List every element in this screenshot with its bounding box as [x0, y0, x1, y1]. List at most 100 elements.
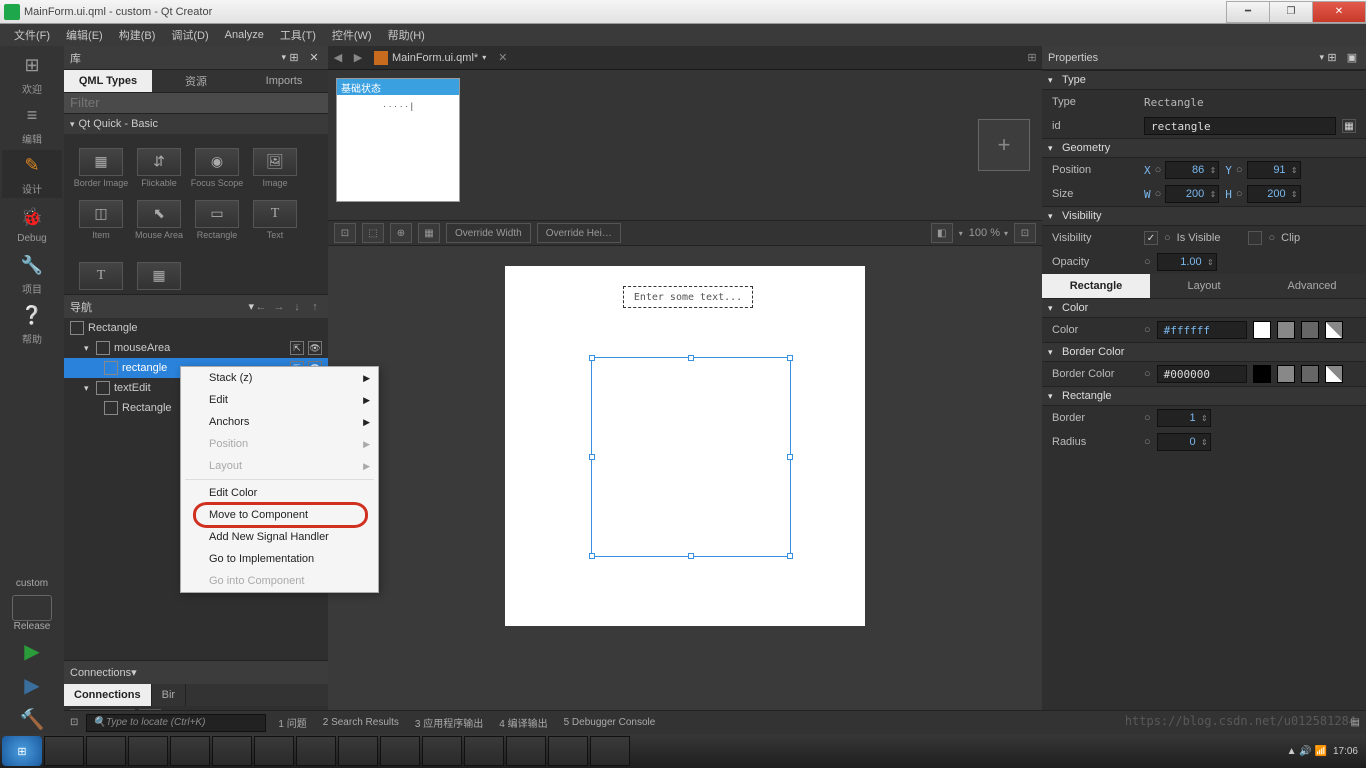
tab-connections[interactable]: Connections: [64, 684, 152, 706]
tab-resources[interactable]: 资源: [152, 70, 240, 92]
resize-handle[interactable]: [688, 355, 694, 361]
resize-handle[interactable]: [589, 553, 595, 559]
panel-split-icon[interactable]: ⊞: [286, 51, 302, 64]
export-icon[interactable]: ⇱: [290, 341, 304, 355]
canvas[interactable]: Enter some text...: [328, 246, 1042, 734]
visible-icon[interactable]: 👁: [308, 341, 322, 355]
bounds-icon[interactable]: ⬚: [362, 223, 384, 243]
lib-item[interactable]: TText: [246, 190, 304, 242]
color-swatch[interactable]: [1277, 321, 1295, 339]
color-field[interactable]: #ffffff: [1157, 321, 1247, 339]
opacity-field[interactable]: 1.00: [1157, 253, 1217, 271]
taskbar-item[interactable]: [44, 736, 84, 766]
debug-run-button[interactable]: ▶: [12, 670, 52, 700]
library-filter[interactable]: [64, 92, 328, 114]
mode-project[interactable]: 🔧项目: [2, 250, 62, 298]
border-color-field[interactable]: #000000: [1157, 365, 1247, 383]
ctx-edit[interactable]: Edit▶: [181, 389, 378, 411]
nav-up-icon[interactable]: ↑: [308, 301, 322, 313]
ctx-edit-color[interactable]: Edit Color: [181, 482, 378, 504]
taskbar-item[interactable]: [296, 736, 336, 766]
nav-row[interactable]: ▾mouseArea⇱👁: [64, 338, 328, 358]
doc-nav-right-icon[interactable]: ▶: [348, 51, 368, 64]
reset-view-icon[interactable]: ⊡: [1014, 223, 1036, 243]
section-visibility[interactable]: ▾Visibility: [1042, 206, 1366, 226]
color-swatch[interactable]: [1301, 321, 1319, 339]
panel-close-icon[interactable]: ▣: [1344, 51, 1360, 64]
tab-qml-types[interactable]: QML Types: [64, 70, 152, 92]
color-swatch[interactable]: [1253, 321, 1271, 339]
id-field[interactable]: rectangle: [1144, 117, 1336, 135]
ctx-go-to-implementation[interactable]: Go to Implementation: [181, 548, 378, 570]
compile-output-pane[interactable]: 4 编译输出: [495, 715, 551, 730]
menu-build[interactable]: 构建(B): [111, 24, 164, 46]
color-tool-icon[interactable]: ◧: [931, 223, 953, 243]
resize-handle[interactable]: [688, 553, 694, 559]
selected-rectangle[interactable]: [591, 357, 791, 557]
zoom-readout[interactable]: 100 %▾: [969, 227, 1008, 239]
ctx-anchors[interactable]: Anchors▶: [181, 411, 378, 433]
lib-item[interactable]: ◫Item: [72, 190, 130, 242]
taskbar-item[interactable]: [590, 736, 630, 766]
build-button[interactable]: 🔨: [12, 704, 52, 734]
form-root[interactable]: Enter some text...: [505, 266, 865, 626]
taskbar-item[interactable]: [212, 736, 252, 766]
border-field[interactable]: 1: [1157, 409, 1211, 427]
menu-file[interactable]: 文件(F): [6, 24, 58, 46]
y-field[interactable]: 91: [1247, 161, 1301, 179]
mode-design[interactable]: ✎设计: [2, 150, 62, 198]
nav-down-icon[interactable]: ↓: [290, 301, 304, 313]
minimize-button[interactable]: ━: [1226, 1, 1270, 23]
taskbar-item[interactable]: [170, 736, 210, 766]
locator-input[interactable]: 🔍 Type to locate (Ctrl+K): [86, 714, 266, 732]
taskbar-item[interactable]: [380, 736, 420, 766]
locator-close-icon[interactable]: ⊡: [70, 717, 78, 728]
taskbar-item[interactable]: [128, 736, 168, 766]
taskbar-item[interactable]: [464, 736, 504, 766]
layout-icon[interactable]: ▦: [418, 223, 440, 243]
start-button[interactable]: ⊞: [2, 736, 42, 766]
section-color[interactable]: ▾Color: [1042, 298, 1366, 318]
color-swatch[interactable]: [1325, 365, 1343, 383]
ctx-add-signal-handler[interactable]: Add New Signal Handler: [181, 526, 378, 548]
taskbar-item[interactable]: [338, 736, 378, 766]
lib-item[interactable]: ⬉Mouse Area: [130, 190, 188, 242]
panel-split-icon[interactable]: ⊞: [1324, 51, 1340, 64]
lib-item[interactable]: 🖼Image: [246, 138, 304, 190]
taskbar-item[interactable]: [422, 736, 462, 766]
w-field[interactable]: 200: [1165, 185, 1219, 203]
search-pane[interactable]: 2 Search Results: [319, 717, 403, 728]
tab-imports[interactable]: Imports: [240, 70, 328, 92]
maximize-button[interactable]: ❐: [1269, 1, 1313, 23]
tab-advanced[interactable]: Advanced: [1258, 274, 1366, 298]
menu-edit[interactable]: 编辑(E): [58, 24, 111, 46]
target-selector[interactable]: [12, 595, 52, 621]
resize-handle[interactable]: [589, 454, 595, 460]
color-swatch[interactable]: [1253, 365, 1271, 383]
color-swatch[interactable]: [1277, 365, 1295, 383]
panel-close-icon[interactable]: ✕: [306, 51, 322, 64]
section-rectangle[interactable]: ▾Rectangle: [1042, 386, 1366, 406]
menu-debug[interactable]: 调试(D): [163, 24, 216, 46]
mode-welcome[interactable]: ⊞欢迎: [2, 50, 62, 98]
debugger-console-pane[interactable]: 5 Debugger Console: [560, 717, 660, 728]
nav-row[interactable]: Rectangle: [64, 318, 328, 338]
x-field[interactable]: 86: [1165, 161, 1219, 179]
add-state-button[interactable]: +: [978, 119, 1030, 171]
lib-item[interactable]: ▦Border Image: [72, 138, 130, 190]
menu-help[interactable]: 帮助(H): [380, 24, 433, 46]
visible-checkbox[interactable]: ✓: [1144, 231, 1158, 245]
override-height[interactable]: Override Hei…: [537, 223, 621, 243]
nav-left-icon[interactable]: ←: [254, 301, 268, 313]
resize-handle[interactable]: [589, 355, 595, 361]
id-export-icon[interactable]: ▦: [1342, 119, 1356, 133]
state-card[interactable]: 基础状态 · · · · · |: [336, 78, 460, 202]
override-width[interactable]: Override Width: [446, 223, 531, 243]
close-doc-icon[interactable]: ✕: [498, 51, 507, 64]
menu-widgets[interactable]: 控件(W): [324, 24, 380, 46]
lib-item[interactable]: ⇵Flickable: [130, 138, 188, 190]
document-tab[interactable]: MainForm.ui.qml* ▾ ✕: [368, 51, 513, 65]
lib-item[interactable]: T: [72, 242, 130, 294]
lib-item[interactable]: ▦: [130, 242, 188, 294]
tab-layout[interactable]: Layout: [1150, 274, 1258, 298]
